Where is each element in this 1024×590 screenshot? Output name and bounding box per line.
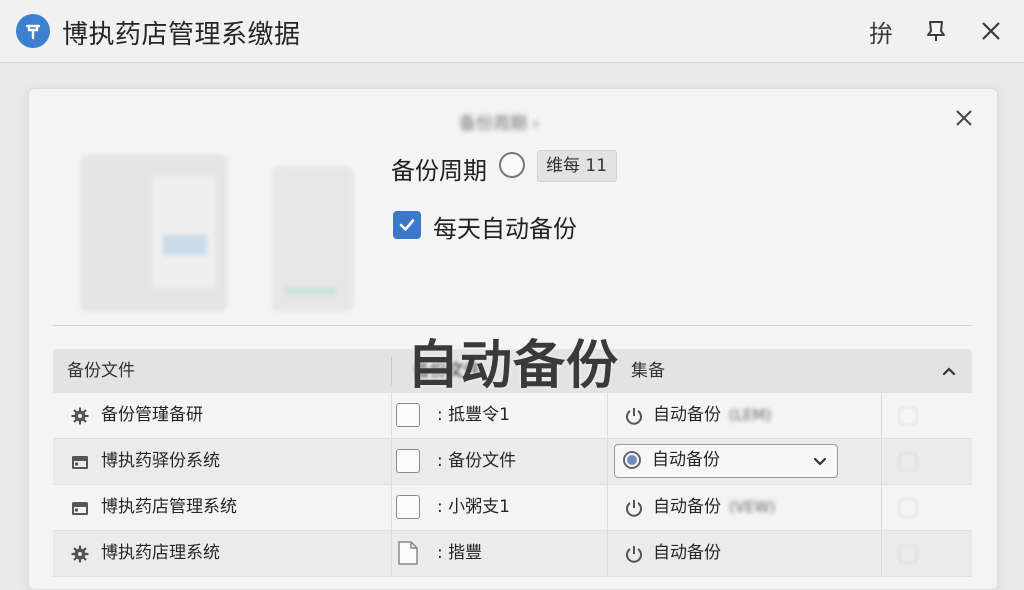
table-row[interactable]: 备份管瑾备研 : 抵豐令1 自动备份 (LEM) [53,393,972,439]
row-file-name: 博执药驿份系统 [101,451,220,471]
window-title: 博执药店管理系缴据 [62,20,301,50]
chevron-up-icon[interactable] [939,361,959,381]
backup-dialog: 备份周期 › 备份周期 维每 11 每天自动备份 备份文件 备份文件 集备 备份… [28,88,998,590]
column-separator [607,485,608,530]
window-icon [69,497,91,519]
daily-backup-checkbox[interactable] [393,211,421,239]
pin-icon[interactable] [919,14,953,48]
toolbar-glyph-button[interactable]: 拚 [864,14,898,48]
column-separator [881,485,882,530]
dialog-close-icon[interactable] [951,105,977,131]
check-icon [399,219,415,231]
column-header-backup[interactable]: 集备 [631,349,665,393]
row-mid-value: : 抵豐令1 [437,405,510,425]
column-separator [881,393,882,438]
illustration-window-2 [273,167,353,311]
row-extra-checkbox[interactable] [899,407,917,425]
column-separator [391,531,392,576]
window-close-icon[interactable] [974,14,1008,48]
dialog-heading: 备份周期 › [459,114,540,134]
column-separator [607,393,608,438]
row-backup-mode: 自动备份 [653,543,721,563]
backup-mode-dropdown[interactable]: 自动备份 [614,444,838,478]
overlay-auto-backup-text: 自动备份 [407,336,620,396]
title-bar: 博执药店管理系缴据 拚 [0,0,1024,63]
power-icon [623,497,645,519]
column-separator [881,439,882,484]
row-checkbox[interactable] [396,403,420,427]
row-checkbox[interactable] [396,495,420,519]
table-row[interactable]: 博执药店理系统 : 揩豐 自动备份 [53,531,972,577]
dropdown-value: 自动备份 [652,450,720,470]
row-backup-mode: 自动备份 [653,405,721,425]
row-mid-value: : 揩豐 [437,543,483,563]
backup-cycle-select[interactable]: 维每 11 [537,150,617,182]
gear-icon [69,543,91,565]
column-separator [881,531,882,576]
backup-cycle-radio[interactable] [499,152,525,178]
power-icon [623,543,645,565]
column-separator [607,439,608,484]
row-extra-checkbox[interactable] [899,499,917,517]
daily-backup-label: 每天自动备份 [433,215,577,243]
radio-selected-icon [623,451,641,469]
column-separator [607,531,608,576]
row-checkbox[interactable] [396,449,420,473]
gear-icon [69,405,91,427]
power-icon [623,405,645,427]
row-file-name: 博执药店理系统 [101,543,220,563]
column-separator [391,439,392,484]
row-backup-suffix: (LEM) [729,406,772,424]
column-separator [391,357,392,385]
row-backup-mode: 自动备份 [653,497,721,517]
row-mid-value: : 小粥支1 [437,497,510,517]
row-file-name: 备份管瑾备研 [101,405,203,425]
row-backup-suffix: (VEW) [729,498,776,516]
app-logo-icon [16,14,50,48]
row-mid-value: : 备份文件 [437,451,517,471]
document-icon[interactable] [397,540,419,566]
chevron-down-icon [811,452,829,470]
backup-cycle-label: 备份周期 [391,157,487,185]
row-file-name: 博执药店管理系统 [101,497,237,517]
table-row[interactable]: 博执药驿份系统 : 备份文件 自动备份 [53,439,972,485]
column-header-file[interactable]: 备份文件 [67,349,135,393]
column-separator [391,485,392,530]
row-extra-checkbox[interactable] [899,545,917,563]
window-icon [69,451,91,473]
row-extra-checkbox[interactable] [899,453,917,471]
column-separator [391,393,392,438]
table-row[interactable]: 博执药店管理系统 : 小粥支1 自动备份 (VEW) [53,485,972,531]
illustration-window-1 [81,155,227,311]
